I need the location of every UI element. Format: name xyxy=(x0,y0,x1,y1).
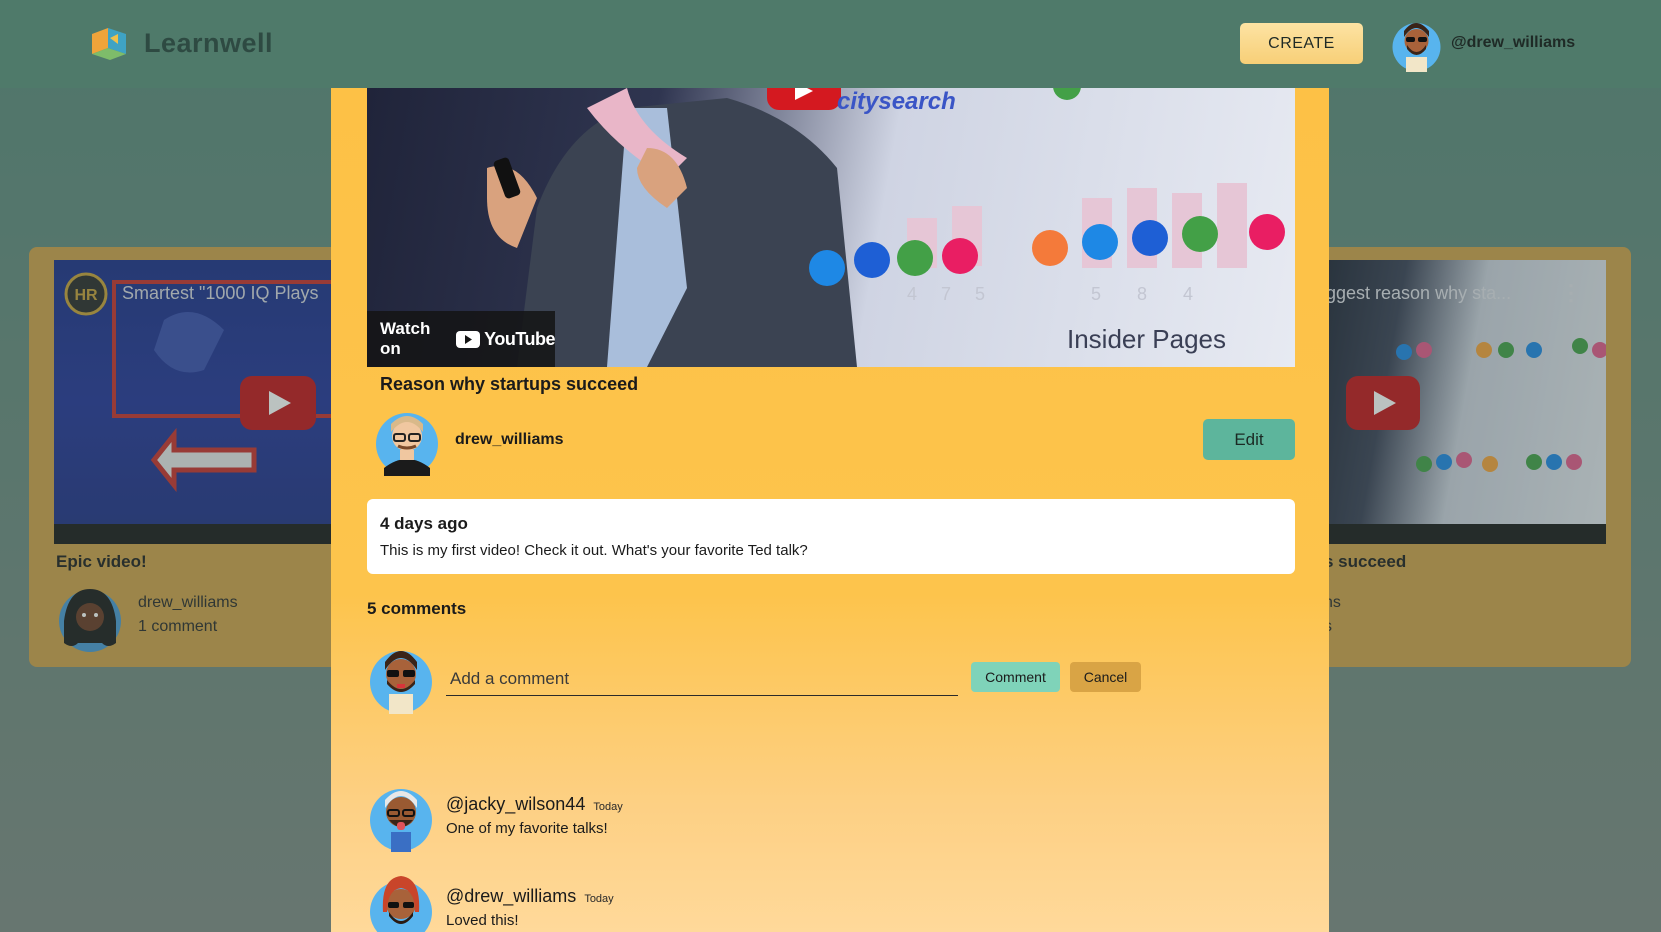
comment-button[interactable]: Comment xyxy=(971,662,1060,692)
video-overlay-text: Insider Pages xyxy=(1067,324,1226,354)
youtube-icon xyxy=(456,330,481,348)
svg-text:HR: HR xyxy=(74,287,98,304)
video-card-title[interactable]: s succeed xyxy=(1324,552,1406,572)
comment-timestamp: Today xyxy=(584,893,614,905)
comment-text: One of my favorite talks! xyxy=(446,820,608,837)
posted-date: 4 days ago xyxy=(380,514,468,533)
author-avatar xyxy=(59,589,121,652)
play-icon[interactable] xyxy=(1346,376,1420,430)
video-card-title-overlay: Smartest "1000 IQ Plays xyxy=(122,283,319,303)
video-chart-digit: 4 xyxy=(907,284,918,304)
video-chart-digit: 7 xyxy=(941,284,952,304)
cancel-button[interactable]: Cancel xyxy=(1070,662,1141,692)
video-title: Reason why startups succeed xyxy=(380,374,639,394)
app-name: Learnwell xyxy=(144,27,274,58)
video-card-thumbnail[interactable]: iggest reason why sta... ⋮ xyxy=(1324,260,1606,544)
youtube-wordmark: YouTube xyxy=(484,328,555,349)
comment-timestamp: Today xyxy=(593,801,623,813)
video-chart-digit: 5 xyxy=(975,284,986,304)
top-navigation-bar: Learnwell CREATE @drew_williams xyxy=(0,0,1661,88)
comments-count: 5 comments xyxy=(367,599,467,618)
video-card-comment-count: 1 comment xyxy=(138,618,218,635)
video-detail-modal: citysearch Insider Pages 4 7 5 5 8 4 Wat… xyxy=(331,88,1329,932)
add-comment-input[interactable] xyxy=(446,662,958,696)
video-description: This is my first video! Check it out. Wh… xyxy=(380,542,808,559)
logo-icon xyxy=(92,28,126,60)
watch-on-label: Watch on xyxy=(380,319,431,358)
video-card-author[interactable]: drew_williams xyxy=(138,594,238,612)
video-player[interactable]: citysearch Insider Pages 4 7 5 5 8 4 Wat… xyxy=(367,88,1295,367)
comment-text: Loved this! xyxy=(446,912,519,929)
watch-on-youtube-link[interactable]: Watch on YouTube xyxy=(367,311,555,367)
channel-logo-icon: HR xyxy=(64,272,108,316)
video-card-title-overlay: iggest reason why sta... xyxy=(1324,283,1512,303)
youtube-logo: YouTube xyxy=(456,329,555,350)
video-description-box: 4 days ago This is my first video! Check… xyxy=(367,499,1295,574)
video-chart-digit: 8 xyxy=(1137,284,1148,304)
current-user-avatar[interactable] xyxy=(1392,17,1441,72)
edit-button[interactable]: Edit xyxy=(1203,419,1295,460)
create-button[interactable]: CREATE xyxy=(1240,23,1363,64)
current-user-avatar xyxy=(370,651,432,714)
comment-username[interactable]: @jacky_wilson44 xyxy=(446,794,585,814)
video-chart-digits: 4 7 5 xyxy=(907,284,985,305)
video-card-thumbnail[interactable]: HR Smartest "1000 IQ Plays xyxy=(54,260,338,544)
current-user-handle[interactable]: @drew_williams xyxy=(1451,34,1575,52)
video-overlay-text: citysearch xyxy=(837,88,956,115)
commenter-avatar[interactable] xyxy=(369,872,433,932)
comment-username-row: @jacky_wilson44 Today xyxy=(446,794,623,815)
video-chart-digit: 5 xyxy=(1091,284,1102,304)
commenter-avatar[interactable] xyxy=(369,780,433,852)
comment-username-row: @drew_williams Today xyxy=(446,886,614,907)
play-icon[interactable] xyxy=(240,376,316,430)
comment-username[interactable]: @drew_williams xyxy=(446,886,576,906)
more-options-icon[interactable]: ⋮ xyxy=(1560,280,1582,306)
author-avatar[interactable] xyxy=(374,406,440,476)
video-chart-digit: 4 xyxy=(1183,284,1194,304)
video-chart-digits: 5 8 4 xyxy=(1091,284,1193,305)
app-logo[interactable]: Learnwell xyxy=(88,24,273,62)
author-name[interactable]: drew_williams xyxy=(455,431,564,449)
video-card-title[interactable]: Epic video! xyxy=(56,552,147,572)
